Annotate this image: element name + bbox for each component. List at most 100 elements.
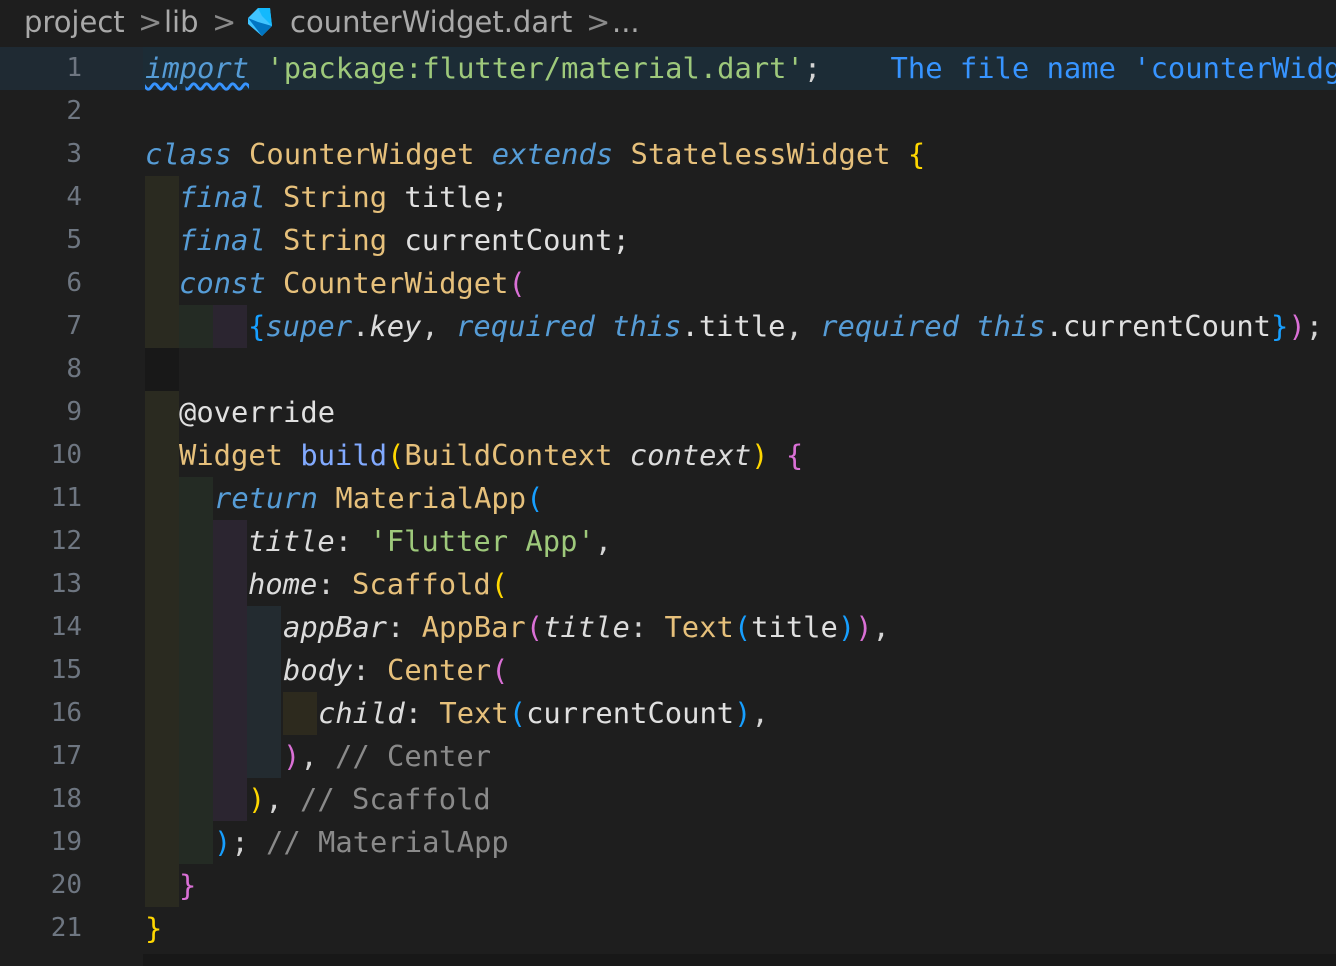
code-line: 7 {super.key, required this.title, requi… [0,305,1336,348]
indent-guide [247,606,281,649]
indent-guide [213,778,247,821]
bracket: ( [387,438,405,472]
line-number: 5 [66,225,82,255]
class-name: StatelessWidget [630,137,891,171]
indent-guide [213,520,247,563]
bracket: ( [508,696,527,730]
indent-guide [213,735,247,778]
code-text[interactable]: } [179,864,196,907]
class-name: Center [387,653,492,687]
breadcrumb-item-project[interactable]: project [24,2,125,42]
comment: // MaterialApp [266,825,509,859]
line-number: 12 [50,526,82,556]
indent-guide [145,262,179,305]
indent-guide [247,692,281,735]
code-editor[interactable]: 1 import 'package:flutter/material.dart'… [0,47,1336,966]
punctuation: : [387,610,422,644]
line-number: 2 [66,96,82,126]
indent-guide [213,563,247,606]
code-line: 5 final String currentCount; [0,219,1336,262]
punctuation: ; [803,51,822,85]
indent-guide [179,778,213,821]
code-text[interactable]: title: 'Flutter App', [248,520,612,563]
breadcrumb-item-lib[interactable]: lib [164,2,199,42]
indent-guide [145,391,179,434]
variable: currentCount [526,696,735,730]
punctuation: , [594,524,613,558]
code-text[interactable]: class CounterWidget extends StatelessWid… [145,133,925,176]
string-literal: 'package:flutter/material.dart' [266,51,804,85]
line-number: 20 [50,870,82,900]
punctuation: ; [231,825,267,859]
line-number: 11 [50,483,82,513]
code-line: 12 title: 'Flutter App', [0,520,1336,563]
breadcrumb-item-more[interactable]: ... [612,2,640,42]
indent-guide [179,477,213,520]
code-text[interactable]: final String currentCount; [179,219,630,262]
bracket: ( [490,567,509,601]
punctuation: : [317,567,353,601]
code-text[interactable]: } [145,907,162,950]
indent-guide [145,176,179,219]
punctuation: ; [1305,309,1324,343]
code-text[interactable]: Widget build(BuildContext context) { [179,434,803,477]
bracket: } [179,868,197,902]
bracket: ) [248,782,266,816]
code-text[interactable]: child: Text(currentCount), [318,692,769,735]
bracket: ( [733,610,752,644]
code-text[interactable]: ), // Center [283,735,491,778]
bracket: ) [283,739,301,773]
code-text[interactable]: {super.key, required this.title, require… [248,305,1323,348]
keyword: required [456,309,595,343]
indent-guide [145,649,179,692]
breadcrumb-item-file[interactable]: counterWidget.dart [290,2,572,42]
line-number: 7 [66,311,82,341]
indent-guide [213,692,247,735]
code-text[interactable]: ); // MaterialApp [214,821,509,864]
code-text[interactable]: home: Scaffold( [248,563,508,606]
scroll-shadow [143,954,1336,966]
parameter: child [318,696,405,730]
punctuation: . [352,309,370,343]
line-number: 21 [50,913,82,943]
punctuation: : [629,610,665,644]
code-line: 13 home: Scaffold( [0,563,1336,606]
code-text[interactable]: appBar: AppBar(title: Text(title)), [283,606,890,649]
code-line: 17 ), // Center [0,735,1336,778]
indent-guide [145,434,179,477]
line-number: 14 [50,612,82,642]
bracket: ) [1288,309,1306,343]
indent-guide [145,305,179,348]
comment: // Scaffold [300,782,491,816]
code-text[interactable]: @override [179,391,335,434]
code-text[interactable]: ), // Scaffold [248,778,491,821]
code-line: 18 ), // Scaffold [0,778,1336,821]
function-name: build [300,438,388,472]
keyword: extends [491,137,614,171]
class-name: CounterWidget [283,266,509,300]
indent-guide [179,735,213,778]
code-text[interactable]: import 'package:flutter/material.dart'; … [145,47,1336,90]
breadcrumb-separator: > [586,5,611,39]
comment: // Center [335,739,492,773]
indent-guide [179,606,213,649]
keyword: import [145,51,250,85]
code-line: 10 Widget build(BuildContext context) { [0,434,1336,477]
code-text[interactable]: body: Center( [283,649,508,692]
code-line: 11 return MaterialApp( [0,477,1336,520]
class-name: Scaffold [352,567,491,601]
type-name: String [283,180,388,214]
code-text[interactable]: return MaterialApp( [214,477,543,520]
code-line: 15 body: Center( [0,649,1336,692]
type-name: Widget [179,438,284,472]
code-text[interactable]: final String title; [179,176,508,219]
indent-guide [247,735,281,778]
indent-guide [145,692,179,735]
code-line: 9 @override [0,391,1336,434]
bracket: { [907,137,926,171]
field-name: .title [681,309,786,343]
indent-guide [145,864,179,907]
code-text[interactable]: const CounterWidget( [179,262,526,305]
code-line: 4 final String title; [0,176,1336,219]
class-name: Text [664,610,734,644]
